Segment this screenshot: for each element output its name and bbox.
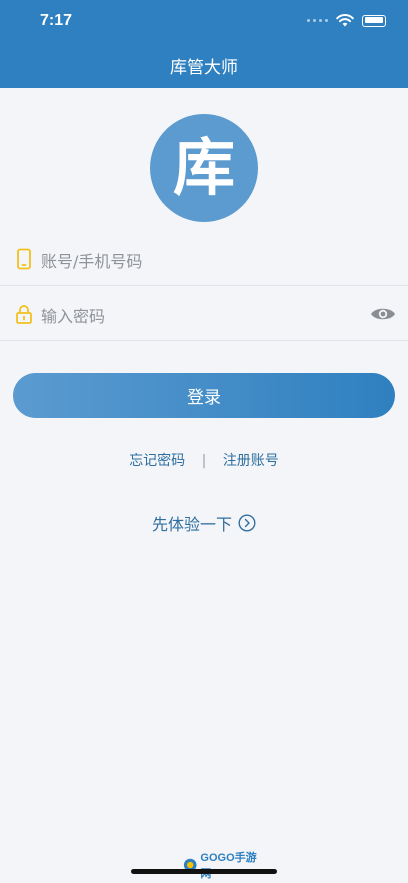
account-input[interactable]: 账号/手机号码 [41, 248, 142, 272]
wifi-icon [336, 14, 354, 27]
register-link[interactable]: 注册账号 [223, 453, 279, 469]
status-time: 7:17 [40, 12, 73, 29]
login-button[interactable]: 登录 [13, 373, 395, 418]
phone-icon [17, 248, 31, 270]
arrow-right-circle-icon[interactable] [238, 514, 256, 532]
trial-link[interactable]: 先体验一下 [0, 511, 408, 535]
top-bar: 7:17 库管大师 [0, 0, 408, 88]
link-separator: | [201, 453, 207, 469]
app-logo: 库 [150, 114, 258, 222]
status-icons [307, 14, 386, 27]
page-title: 库管大师 [170, 58, 238, 78]
battery-icon [362, 14, 386, 27]
password-field[interactable]: 输入密码 [0, 287, 408, 341]
logo-glyph: 库 [172, 131, 235, 204]
signal-icon [307, 19, 328, 22]
forgot-password-link[interactable]: 忘记密码 [129, 453, 185, 469]
password-input[interactable]: 输入密码 [41, 303, 105, 327]
auth-links: 忘记密码 | 注册账号 [0, 450, 408, 470]
lock-icon [16, 305, 32, 324]
watermark-text: GOGO手游网 [200, 852, 257, 880]
home-indicator [131, 869, 277, 874]
eye-icon[interactable] [370, 305, 396, 323]
account-field[interactable]: 账号/手机号码 [0, 232, 408, 286]
trial-label[interactable]: 先体验一下 [152, 511, 232, 535]
